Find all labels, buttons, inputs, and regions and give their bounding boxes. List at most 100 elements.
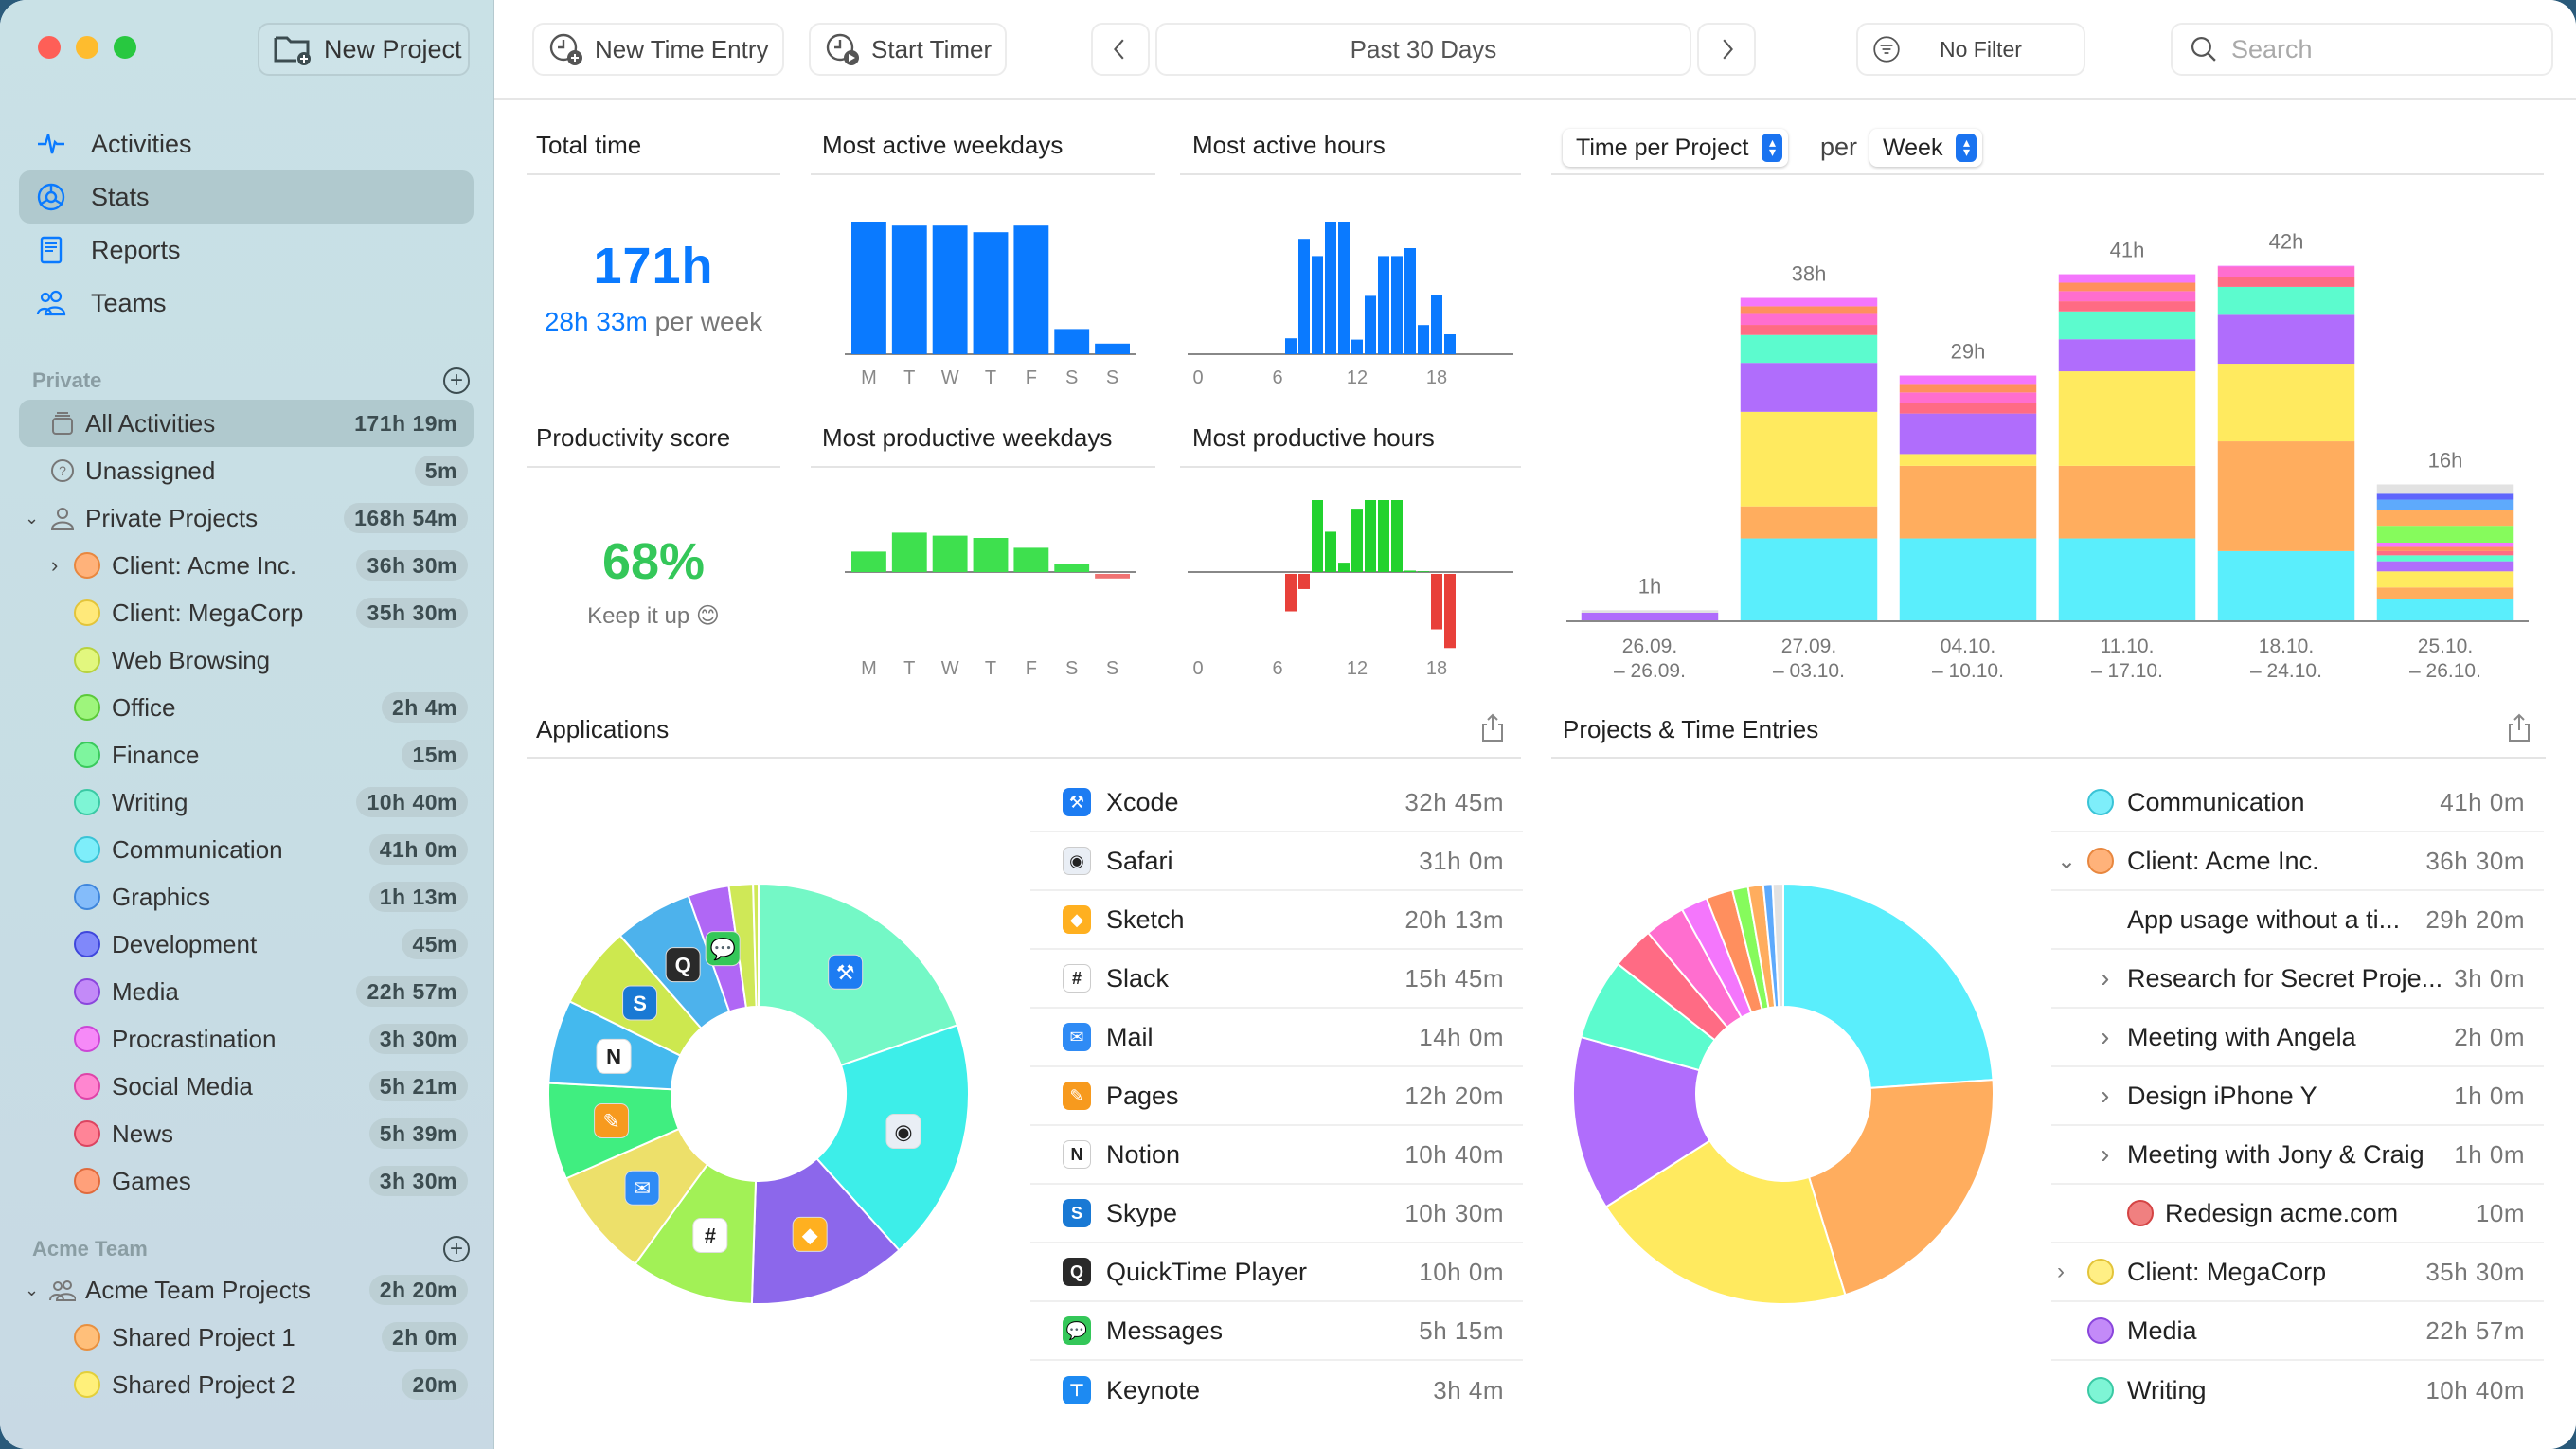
project-entry-row[interactable]: Communication 41h 0m: [2051, 774, 2544, 832]
application-name: Safari: [1106, 846, 1173, 875]
sidebar-project-row[interactable]: Office 2h 4m: [19, 684, 474, 731]
search-input[interactable]: Search: [2171, 23, 2553, 76]
application-row[interactable]: S Skype 10h 30m: [1030, 1185, 1523, 1243]
sidebar-project-row[interactable]: News 5h 39m: [19, 1110, 474, 1157]
sidebar-project-row[interactable]: Development 45m: [19, 921, 474, 968]
project-entry-row[interactable]: App usage without a ti... 29h 20m: [2051, 891, 2544, 950]
filter-button[interactable]: No Filter: [1856, 23, 2085, 76]
sidebar-project-row[interactable]: Communication 41h 0m: [19, 826, 474, 873]
project-entry-row[interactable]: › Meeting with Angela 2h 0m: [2051, 1009, 2544, 1067]
waveform-icon: [38, 134, 64, 154]
x-tick-label: T: [985, 367, 996, 388]
period-select[interactable]: Week ▴ ▾: [1869, 129, 1983, 167]
sidebar-project-row[interactable]: All Activities 171h 19m: [19, 400, 474, 447]
x-tick-label: 18.10.: [2259, 635, 2314, 657]
metric-select[interactable]: Time per Project ▴ ▾: [1563, 129, 1789, 167]
sidebar-project-row[interactable]: Graphics 1h 13m: [19, 873, 474, 921]
sidebar-project-row[interactable]: Shared Project 2 20m: [19, 1361, 474, 1408]
x-tick-label: S: [1065, 658, 1078, 679]
application-row[interactable]: Q QuickTime Player 10h 0m: [1030, 1243, 1523, 1302]
chevron-right-icon[interactable]: ›: [2101, 963, 2109, 993]
project-name: Finance: [112, 740, 200, 769]
chart-bar: [1013, 225, 1049, 354]
close-window-button[interactable]: [38, 36, 61, 59]
application-row[interactable]: N Notion 10h 40m: [1030, 1126, 1523, 1185]
chevron-right-icon[interactable]: ›: [2101, 1022, 2109, 1052]
project-duration-badge: 2h 4m: [382, 692, 468, 723]
sidebar-project-row[interactable]: ? Unassigned 5m: [19, 447, 474, 494]
sidebar-project-row[interactable]: Client: MegaCorp 35h 30m: [19, 589, 474, 636]
application-row[interactable]: ✉ Mail 14h 0m: [1030, 1009, 1523, 1067]
chevron-right-icon[interactable]: ›: [2057, 1259, 2065, 1285]
applications-donut-chart: ⚒ ◉ ◆ # ✉ ✎ N S Q 💬: [547, 882, 970, 1305]
application-row[interactable]: ⊤ Keynote 3h 4m: [1030, 1361, 1523, 1420]
project-entry-row[interactable]: › Design iPhone Y 1h 0m: [2051, 1067, 2544, 1126]
folder-plus-icon: [274, 36, 311, 65]
stacked-bar-segment: [2058, 538, 2196, 620]
nav-item-activities[interactable]: Activities: [19, 117, 474, 170]
project-entry-row[interactable]: Media 22h 57m: [2051, 1302, 2544, 1361]
sidebar-project-row[interactable]: Web Browsing: [19, 636, 474, 684]
previous-period-button[interactable]: [1091, 23, 1150, 76]
project-duration-badge: 10h 40m: [356, 787, 468, 817]
project-entry-row[interactable]: Writing 10h 40m: [2051, 1361, 2544, 1420]
sidebar-project-row[interactable]: Writing 10h 40m: [19, 778, 474, 826]
nav-item-stats[interactable]: Stats: [19, 170, 474, 224]
project-color-dot: [74, 647, 100, 673]
application-row[interactable]: ◉ Safari 31h 0m: [1030, 832, 1523, 891]
project-duration-badge: 3h 30m: [368, 1166, 468, 1196]
app-icon-glyph: ◆: [802, 1223, 818, 1246]
project-duration-badge: 3h 30m: [368, 1024, 468, 1054]
sidebar-project-row[interactable]: Media 22h 57m: [19, 968, 474, 1015]
project-entry-row[interactable]: › Client: MegaCorp 35h 30m: [2051, 1243, 2544, 1302]
project-color-dot: [74, 789, 100, 815]
project-color-dot: [2087, 848, 2114, 874]
application-name: Slack: [1106, 963, 1170, 993]
sidebar-project-row[interactable]: Games 3h 30m: [19, 1157, 474, 1205]
application-row[interactable]: ⚒ Xcode 32h 45m: [1030, 774, 1523, 832]
new-time-entry-button[interactable]: New Time Entry: [532, 23, 784, 76]
new-project-button[interactable]: New Project: [258, 23, 470, 76]
project-entry-row[interactable]: ⌄ Client: Acme Inc. 36h 30m: [2051, 832, 2544, 891]
chevron-down-icon[interactable]: ⌄: [25, 1280, 39, 1300]
stacked-bar-segment: [1740, 325, 1878, 335]
start-timer-button[interactable]: Start Timer: [809, 23, 1008, 76]
application-row[interactable]: ◆ Sketch 20h 13m: [1030, 891, 1523, 950]
sidebar-project-row[interactable]: ⌄ Acme Team Projects 2h 20m: [19, 1266, 474, 1314]
x-tick-label: 6: [1272, 658, 1282, 679]
add-private-project-button[interactable]: +: [443, 367, 470, 394]
chevron-right-icon[interactable]: ›: [2101, 1139, 2109, 1170]
project-entry-row[interactable]: Redesign acme.com 10m: [2051, 1185, 2544, 1243]
application-row[interactable]: # Slack 15h 45m: [1030, 950, 1523, 1009]
project-entry-row[interactable]: › Meeting with Jony & Craig 1h 0m: [2051, 1126, 2544, 1185]
chevron-down-icon[interactable]: ⌄: [25, 509, 39, 528]
share-applications-button[interactable]: [1479, 712, 1506, 742]
sidebar-project-row[interactable]: Social Media 5h 21m: [19, 1063, 474, 1110]
chevron-right-icon[interactable]: ›: [2101, 1081, 2109, 1111]
sidebar-project-row[interactable]: Shared Project 1 2h 0m: [19, 1314, 474, 1361]
minimize-window-button[interactable]: [76, 36, 98, 59]
stacked-bar-segment: [2376, 546, 2514, 551]
application-row[interactable]: ✎ Pages 12h 20m: [1030, 1067, 1523, 1126]
stacked-bar-segment: [2376, 587, 2514, 599]
sidebar-project-row[interactable]: Procrastination 3h 30m: [19, 1015, 474, 1063]
nav-item-teams[interactable]: Teams: [19, 277, 474, 330]
date-range-selector[interactable]: Past 30 Days: [1155, 23, 1691, 76]
project-color-dot: [74, 1120, 100, 1147]
application-row[interactable]: 💬 Messages 5h 15m: [1030, 1302, 1523, 1361]
chevron-right-icon[interactable]: ›: [51, 553, 58, 578]
sidebar-project-row[interactable]: › Client: Acme Inc. 36h 30m: [19, 542, 474, 589]
chart-bar: [1444, 334, 1456, 354]
share-projects-button[interactable]: [2506, 712, 2532, 742]
project-name: Shared Project 1: [112, 1322, 295, 1351]
add-team-project-button[interactable]: +: [443, 1236, 470, 1262]
sidebar-project-row[interactable]: ⌄ Private Projects 168h 54m: [19, 494, 474, 542]
next-period-button[interactable]: [1697, 23, 1756, 76]
sidebar-project-row[interactable]: Finance 15m: [19, 731, 474, 778]
chevron-down-icon[interactable]: ⌄: [2057, 848, 2076, 875]
maximize-window-button[interactable]: [114, 36, 136, 59]
nav-label: Reports: [91, 235, 181, 264]
project-color-dot: [2087, 1259, 2114, 1285]
project-entry-row[interactable]: › Research for Secret Proje... 3h 0m: [2051, 950, 2544, 1009]
nav-item-reports[interactable]: Reports: [19, 224, 474, 277]
